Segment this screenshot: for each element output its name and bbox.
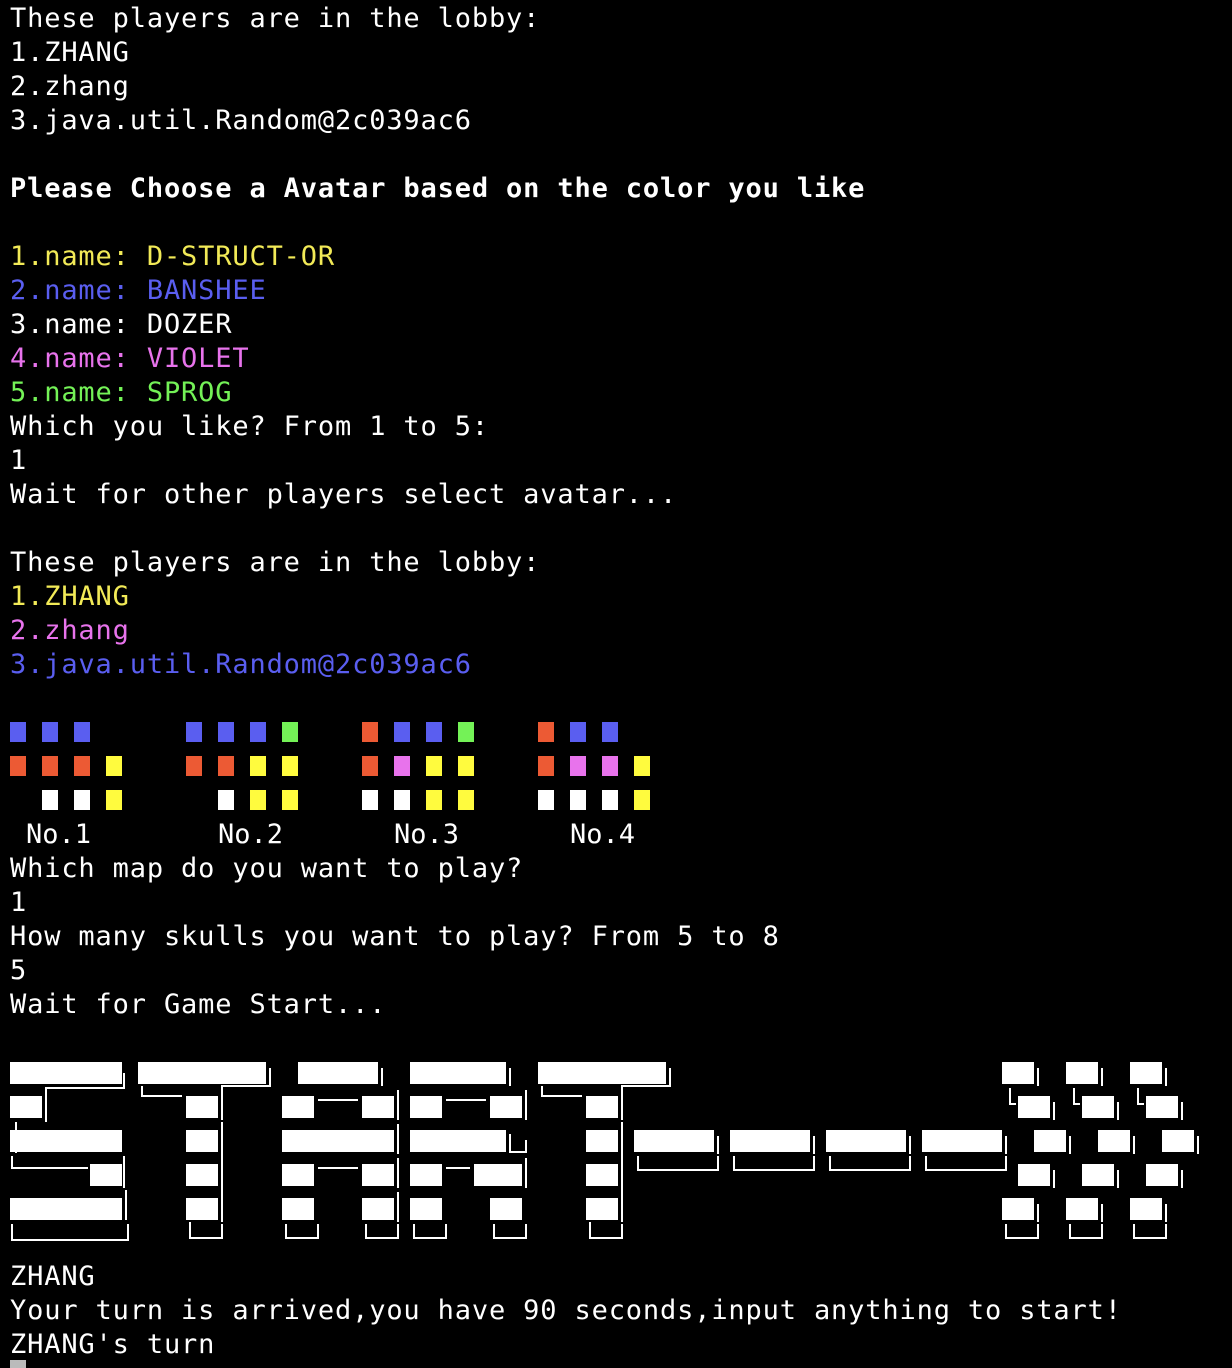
avatar-option-3: 3.name: DOZER <box>10 309 233 340</box>
start-banner-icon <box>10 1062 1199 1241</box>
map-1-cell <box>10 722 26 742</box>
map-3-cell <box>362 722 378 742</box>
skull-question: How many skulls you want to play? From 5… <box>10 921 780 952</box>
map-4-cell <box>538 722 554 742</box>
map-1-cell <box>10 756 26 776</box>
map-4-cell <box>602 722 618 742</box>
map-1-cell <box>42 722 58 742</box>
map-2-cell <box>186 756 202 776</box>
lobby-player-1: 1.ZHANG <box>10 37 130 68</box>
map-2-cell <box>282 722 298 742</box>
avatar-question: Which you like? From 1 to 5: <box>10 411 489 442</box>
start-banner-art <box>0 1060 1232 1250</box>
map-3-cell <box>394 790 410 810</box>
map-2-cell <box>250 722 266 742</box>
map-3-cell <box>394 756 410 776</box>
map-question: Which map do you want to play? <box>10 853 524 884</box>
avatar-option-4: 4.name: VIOLET <box>10 343 250 374</box>
map-2-cell <box>218 722 234 742</box>
lobby2-player-3: 3.java.util.Random@2c039ac6 <box>10 649 472 680</box>
map-3-cell <box>426 756 442 776</box>
terminal-cursor[interactable] <box>10 1360 26 1368</box>
map-2-cell <box>282 790 298 810</box>
avatar-option-1: 1.name: D-STRUCT-OR <box>10 241 336 272</box>
turn-label: ZHANG's turn <box>10 1329 216 1360</box>
map-1-cell <box>74 722 90 742</box>
map-1-cell <box>106 790 122 810</box>
map-label-1: No.1 <box>26 819 92 850</box>
lobby2-player-1: 1.ZHANG <box>10 581 130 612</box>
wait-start-message: Wait for Game Start... <box>10 989 387 1020</box>
lobby-heading: These players are in the lobby: <box>10 3 541 34</box>
map-input: 1 <box>10 887 28 918</box>
map-4-cell <box>538 790 554 810</box>
map-2-cell <box>250 756 266 776</box>
map-3-cell <box>458 756 474 776</box>
lobby-player-3: 3.java.util.Random@2c039ac6 <box>10 105 472 136</box>
turn-message: Your turn is arrived,you have 90 seconds… <box>10 1295 1122 1326</box>
map-4-cell <box>634 756 650 776</box>
wait-avatar-message: Wait for other players select avatar... <box>10 479 678 510</box>
map-label-4: No.4 <box>570 819 636 850</box>
avatar-option-2: 2.name: BANSHEE <box>10 275 267 306</box>
avatar-option-5: 5.name: SPROG <box>10 377 233 408</box>
lobby-player-2: 2.zhang <box>10 71 130 102</box>
map-3-cell <box>426 722 442 742</box>
map-label-2: No.2 <box>218 819 284 850</box>
map-4-cell <box>570 722 586 742</box>
map-label-3: No.3 <box>394 819 460 850</box>
map-2-cell <box>218 790 234 810</box>
map-2-cell <box>186 722 202 742</box>
map-4-cell <box>634 790 650 810</box>
map-2-cell <box>282 756 298 776</box>
map-1-cell <box>74 790 90 810</box>
map-3-cell <box>394 722 410 742</box>
map-2-cell <box>218 756 234 776</box>
map-1-cell <box>74 756 90 776</box>
avatar-prompt: Please Choose a Avatar based on the colo… <box>10 173 866 204</box>
map-4-cell <box>602 790 618 810</box>
map-previews <box>0 714 700 824</box>
lobby2-player-2: 2.zhang <box>10 615 130 646</box>
map-3-cell <box>362 790 378 810</box>
map-1-cell <box>106 756 122 776</box>
map-3-cell <box>362 756 378 776</box>
map-4-cell <box>570 790 586 810</box>
skull-input: 5 <box>10 955 28 986</box>
map-3-cell <box>458 790 474 810</box>
lobby-heading-2: These players are in the lobby: <box>10 547 541 578</box>
avatar-input: 1 <box>10 445 28 476</box>
terminal-window[interactable]: These players are in the lobby: 1.ZHANG … <box>0 0 1232 1368</box>
current-player: ZHANG <box>10 1261 96 1292</box>
map-1-cell <box>42 790 58 810</box>
map-2-cell <box>250 790 266 810</box>
map-3-cell <box>426 790 442 810</box>
map-4-cell <box>602 756 618 776</box>
map-4-cell <box>570 756 586 776</box>
map-1-cell <box>42 756 58 776</box>
map-3-cell <box>458 722 474 742</box>
map-4-cell <box>538 756 554 776</box>
